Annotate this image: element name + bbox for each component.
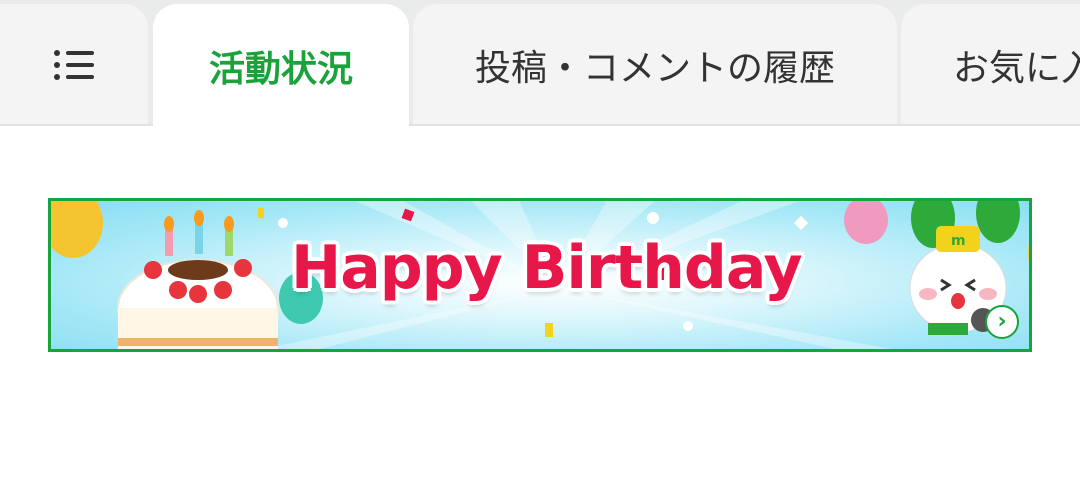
banner-title: Happy Birthday [291, 233, 803, 303]
tab-menu[interactable] [0, 4, 148, 126]
tab-history-label: 投稿・コメントの履歴 [474, 48, 835, 89]
tab-activity[interactable]: 活動状況 [153, 4, 409, 126]
birthday-banner[interactable]: m Happy Birthday › [48, 198, 1032, 352]
tab-favorites[interactable]: お気に入 [901, 4, 1080, 126]
chevron-right-icon[interactable]: › [985, 305, 1019, 339]
svg-text:m: m [951, 233, 966, 249]
tab-bar: 活動状況 投稿・コメントの履歴 お気に入 [0, 0, 1080, 126]
tab-favorites-label: お気に入 [953, 48, 1080, 89]
tab-history[interactable]: 投稿・コメントの履歴 [413, 4, 897, 126]
list-icon [54, 50, 94, 80]
tab-activity-label: 活動状況 [208, 49, 353, 90]
